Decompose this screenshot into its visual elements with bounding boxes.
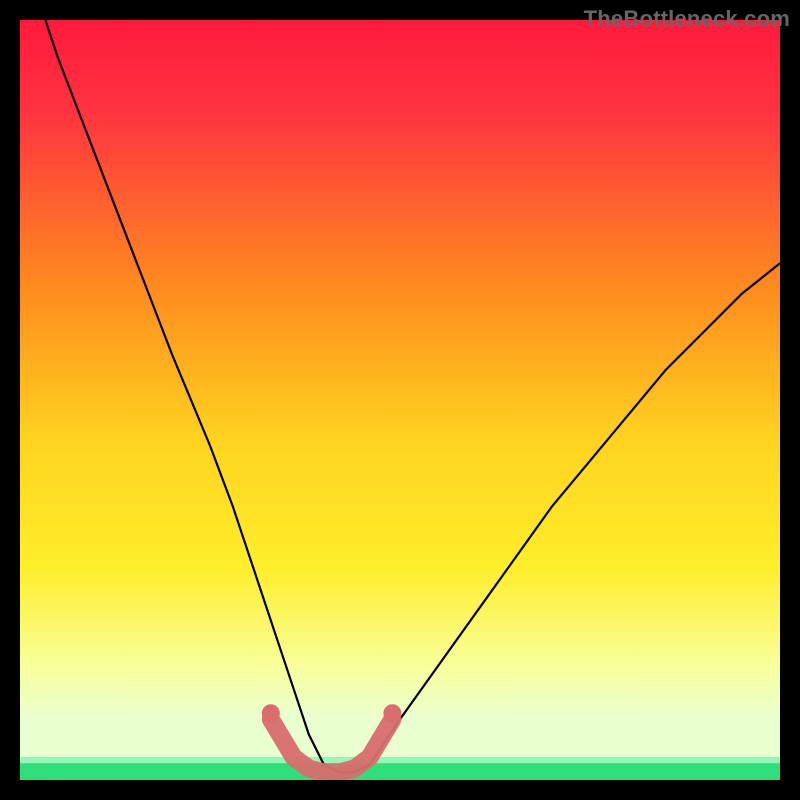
plot-area xyxy=(20,20,780,780)
chart-stage: TheBottleneck.com xyxy=(0,0,800,800)
watermark-text: TheBottleneck.com xyxy=(584,6,790,32)
chart-svg xyxy=(20,20,780,780)
